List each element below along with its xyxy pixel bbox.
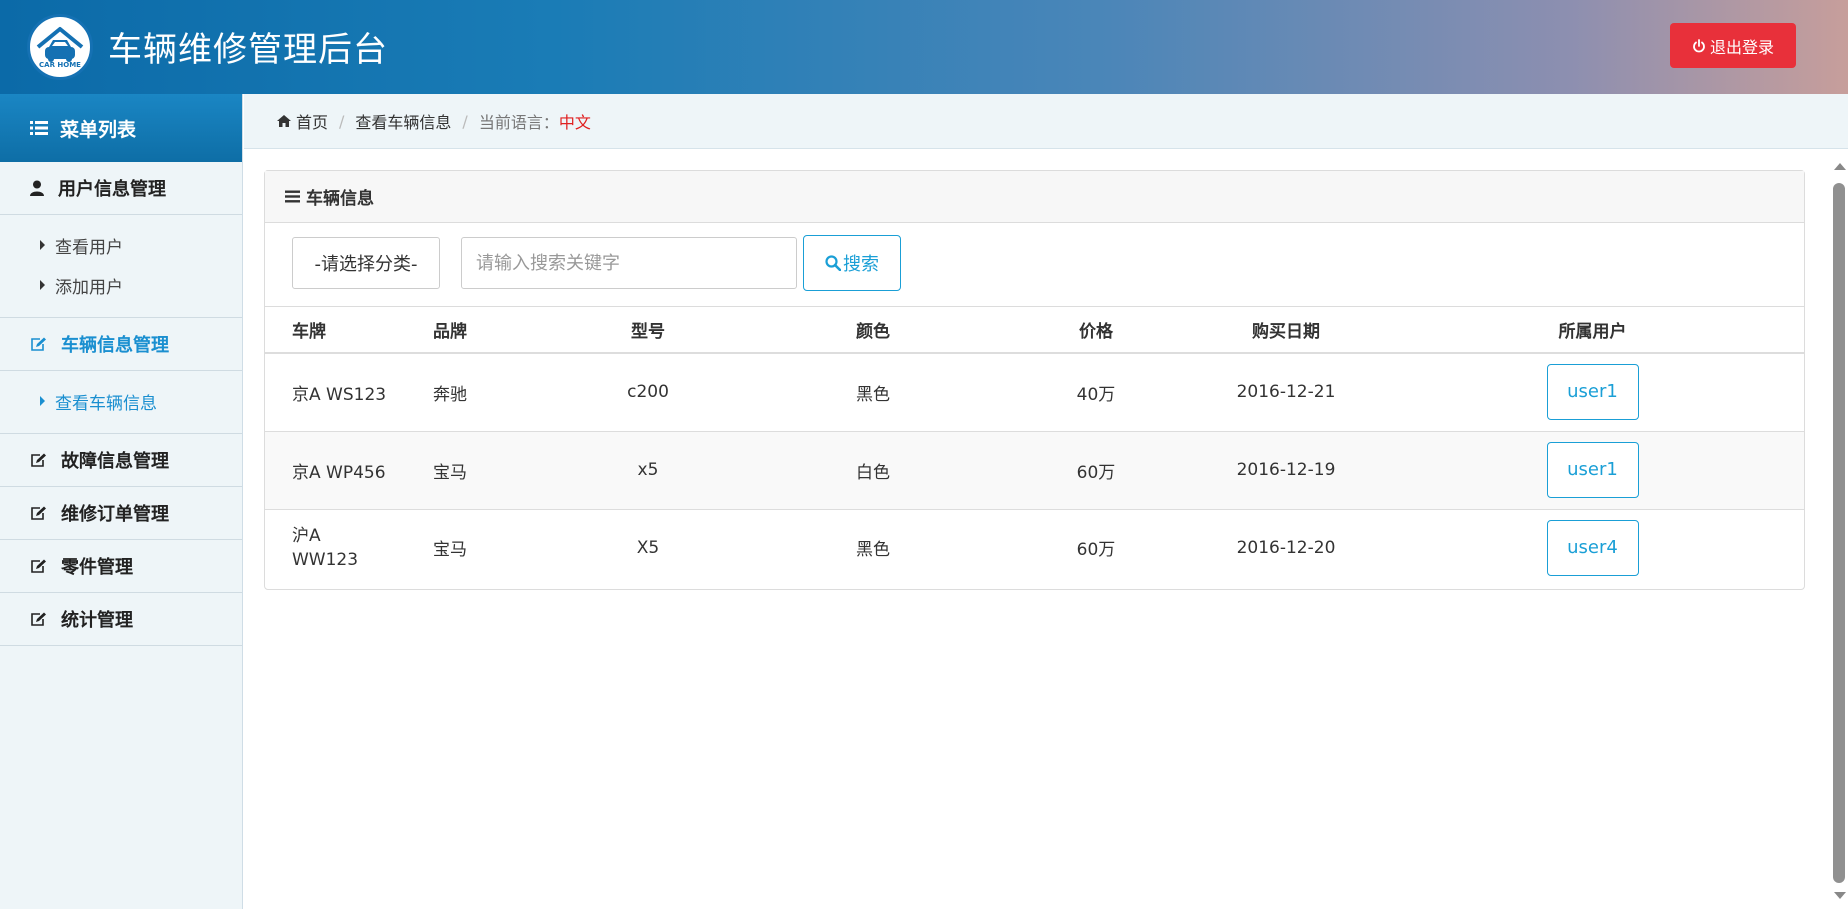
- home-icon: [277, 115, 291, 127]
- submenu-user: 查看用户 添加用户: [0, 215, 242, 318]
- table-row: 京A WS123 奔驰 c200 黑色 40万 2016-12-21 user1: [265, 353, 1804, 432]
- cell-model: c200: [551, 353, 745, 432]
- cell-owner: user4: [1381, 509, 1804, 586]
- menu-vehicle-management[interactable]: 车辆信息管理: [0, 318, 242, 371]
- menu-repair-order-management[interactable]: 维修订单管理: [0, 487, 242, 540]
- cell-owner: user1: [1381, 353, 1804, 432]
- column-header-owner: 所属用户: [1381, 307, 1804, 354]
- cell-purchase-date: 2016-12-19: [1191, 431, 1381, 510]
- cell-color: 黑色: [856, 540, 890, 561]
- vertical-scrollbar[interactable]: [1829, 150, 1848, 909]
- app-title: 车辆维修管理后台: [108, 30, 388, 70]
- logo-text: CAR HOME: [39, 61, 81, 69]
- menu-group-label: 零件管理: [61, 557, 133, 578]
- breadcrumb-separator: /: [462, 111, 468, 131]
- menu-group-label: 统计管理: [61, 610, 133, 631]
- table-header-row: 车牌 品牌 型号 颜色 价格 购买日期 所属用户: [265, 307, 1804, 354]
- sidebar-item-view-users[interactable]: 查看用户: [0, 225, 242, 265]
- panel-title: 车辆信息: [306, 189, 374, 209]
- menu-group-label: 故障信息管理: [61, 451, 169, 472]
- scroll-down-arrow-icon[interactable]: [1834, 892, 1846, 899]
- breadcrumb: 首页 / 查看车辆信息 / 当前语言： 中文: [244, 94, 1848, 149]
- cell-price: 60万: [1001, 431, 1191, 510]
- owner-user-button[interactable]: user4: [1546, 519, 1639, 576]
- edit-icon: [31, 337, 46, 351]
- sidebar-title-label: 菜单列表: [60, 118, 137, 141]
- menu-group-label: 维修订单管理: [61, 504, 169, 525]
- search-bar: -请选择分类- 搜索: [265, 223, 1804, 307]
- table-row: 沪A WW123 宝马 X5 黑色 60万 2016-12-20 user4: [265, 509, 1804, 586]
- cell-purchase-date: 2016-12-21: [1191, 353, 1381, 432]
- sidebar-item-label: 添加用户: [55, 277, 123, 298]
- breadcrumb-home[interactable]: 首页: [296, 109, 328, 133]
- column-header-color: 颜色: [745, 307, 1001, 354]
- breadcrumb-current[interactable]: 查看车辆信息: [355, 109, 451, 133]
- sidebar-title: 菜单列表: [0, 94, 242, 162]
- logout-label: 退出登录: [1709, 39, 1774, 57]
- app-header: CAR HOME 车辆维修管理后台 退出登录: [0, 0, 1848, 94]
- sidebar-item-label: 查看车辆信息: [55, 393, 157, 414]
- edit-icon: [31, 612, 46, 626]
- cell-brand: 宝马: [433, 431, 551, 510]
- search-button-label: 搜索: [843, 254, 879, 274]
- menu-group-label: 车辆信息管理: [61, 335, 169, 356]
- column-header-price: 价格: [1001, 307, 1191, 354]
- menu-statistics-management[interactable]: 统计管理: [0, 593, 242, 646]
- scroll-up-arrow-icon[interactable]: [1834, 163, 1846, 170]
- column-header-plate: 车牌: [265, 307, 433, 354]
- sidebar-item-view-vehicles[interactable]: 查看车辆信息: [0, 381, 242, 421]
- vehicle-table: 车牌 品牌 型号 颜色 价格 购买日期 所属用户 京A WS123 奔驰 c20…: [265, 307, 1804, 586]
- menu-user-management[interactable]: 用户信息管理: [0, 162, 242, 215]
- language-label: 当前语言：: [478, 113, 559, 132]
- logout-button[interactable]: 退出登录: [1670, 23, 1796, 68]
- menu-parts-management[interactable]: 零件管理: [0, 540, 242, 593]
- menu-group-label: 用户信息管理: [58, 179, 166, 200]
- search-button[interactable]: 搜索: [803, 235, 901, 291]
- cell-color: 白色: [745, 431, 1001, 510]
- vehicle-info-panel: 车辆信息 -请选择分类- 搜索 车牌 品牌 型号 颜色 价格 购买日期 所属用户: [264, 170, 1805, 590]
- cell-price: 40万: [1001, 353, 1191, 432]
- menu-fault-management[interactable]: 故障信息管理: [0, 434, 242, 487]
- submenu-vehicle: 查看车辆信息: [0, 371, 242, 434]
- cell-price: 60万: [1076, 540, 1116, 561]
- cell-brand: 宝马: [433, 540, 467, 561]
- caret-right-icon: [40, 280, 45, 290]
- caret-right-icon: [40, 396, 45, 406]
- breadcrumb-separator: /: [339, 111, 345, 131]
- cell-plate: 京A WS123: [265, 353, 433, 432]
- user-icon: [30, 180, 44, 196]
- column-header-purchase-date: 购买日期: [1191, 307, 1381, 354]
- search-icon: [825, 255, 841, 271]
- panel-header: 车辆信息: [265, 171, 1804, 223]
- sidebar-item-add-user[interactable]: 添加用户: [0, 265, 242, 305]
- sidebar-item-label: 查看用户: [55, 237, 123, 258]
- sidebar: 菜单列表 用户信息管理 查看用户 添加用户 车辆信息管理 查看车辆信息 故障信息…: [0, 94, 243, 909]
- list-icon: [30, 121, 48, 135]
- owner-user-button[interactable]: user1: [1546, 442, 1639, 498]
- category-select[interactable]: -请选择分类-: [292, 237, 440, 289]
- plate-text: 沪A WW123: [292, 525, 359, 570]
- power-icon: [1693, 38, 1705, 52]
- owner-user-button[interactable]: user1: [1546, 364, 1639, 421]
- cell-purchase-date: 2016-12-20: [1236, 537, 1336, 558]
- edit-icon: [31, 559, 46, 573]
- edit-icon: [31, 506, 46, 520]
- cell-brand: 奔驰: [433, 353, 551, 432]
- cell-plate: 沪A WW123: [265, 509, 433, 586]
- cell-color: 黑色: [745, 353, 1001, 432]
- cell-plate: 京A WP456: [265, 431, 433, 510]
- edit-icon: [31, 453, 46, 467]
- column-header-model: 型号: [551, 307, 745, 354]
- cell-model: X5: [636, 537, 660, 558]
- table-row: 京A WP456 宝马 x5 白色 60万 2016-12-19 user1: [265, 431, 1804, 510]
- cell-model: x5: [551, 431, 745, 510]
- search-input[interactable]: [461, 237, 797, 289]
- language-value: 中文: [558, 113, 591, 132]
- bars-icon: [285, 190, 300, 203]
- car-home-logo: CAR HOME: [27, 14, 93, 80]
- cell-owner: user1: [1381, 431, 1804, 510]
- scroll-thumb[interactable]: [1833, 183, 1845, 883]
- caret-right-icon: [40, 240, 45, 250]
- column-header-brand: 品牌: [433, 307, 551, 354]
